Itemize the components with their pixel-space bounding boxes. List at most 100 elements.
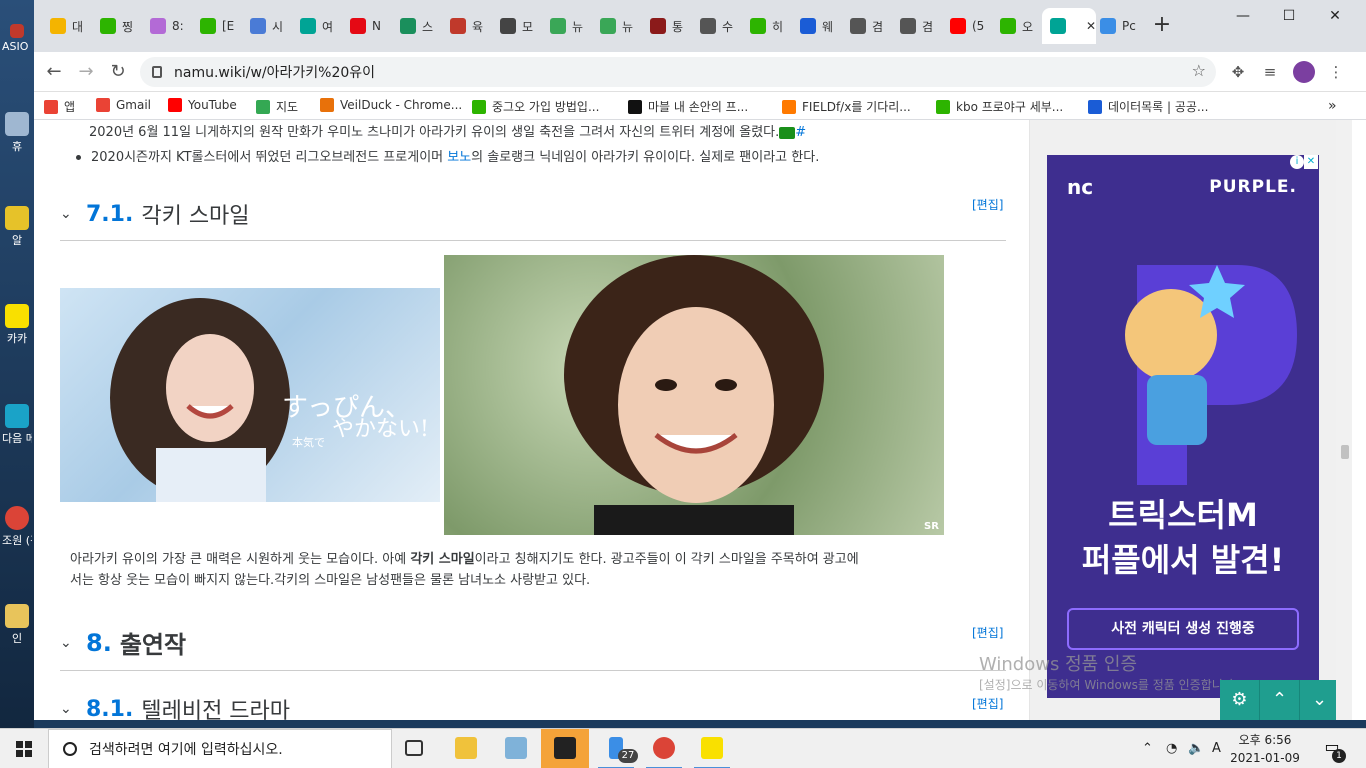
minimize-button[interactable]: — [1220,0,1266,32]
edit-link[interactable]: [편집] [972,624,1003,641]
forward-button[interactable]: → [72,58,100,86]
browser-tab[interactable]: 통 [642,8,692,44]
bullet-text: 2020시즌까지 KT롤스터에서 뛰었던 리그오브레전드 프로게이머 [91,150,448,165]
gmail-icon [96,98,110,112]
browser-tab[interactable]: N [342,8,392,44]
browser-tab[interactable]: 시 [242,8,292,44]
profile-avatar[interactable] [1293,61,1315,83]
new-tab-button[interactable]: + [1148,12,1176,40]
taskbar-chrome[interactable] [640,729,688,768]
page-scrollbar[interactable] [1336,120,1352,720]
browser-tab[interactable]: 뉴 [542,8,592,44]
desktop-icon-daum[interactable]: 다음 메 [2,404,32,446]
start-button[interactable] [0,729,48,768]
chevron-down-icon[interactable]: ⌄ [60,701,74,717]
taskbar-app-pen[interactable] [492,729,540,768]
desktop-background: ASIO Instru 휴 알 카카 다음 메 조원 (경영 인 [0,0,34,728]
browser-tab[interactable]: 육 [442,8,492,44]
bookmark-maps[interactable]: 지도 [256,98,298,115]
settings-gear-icon[interactable]: ⚙ [1220,680,1260,720]
menu-icon[interactable]: ⋮ [1322,58,1350,86]
browser-tab[interactable]: 오 [992,8,1042,44]
section-heading-8[interactable]: ⌄ 8. 출연작 [60,625,1006,671]
desktop-icon-folder[interactable]: 인 [2,604,32,646]
desktop-icon-recycle[interactable]: 휴 [2,112,32,154]
ad-close-icon[interactable]: ✕ [1304,155,1318,169]
bullet-text: 의 솔로랭크 닉네임이 아라가키 유이이다. 실제로 팬이라고 한다. [471,150,820,165]
browser-tab[interactable]: 히 [742,8,792,44]
chevron-down-icon[interactable]: ⌄ [60,635,74,651]
back-button[interactable]: ← [40,58,68,86]
language-indicator[interactable]: A [1212,729,1221,768]
browser-tab[interactable]: 모 [492,8,542,44]
browser-tab[interactable]: 찡 [92,8,142,44]
desktop-icon-asio[interactable]: ASIO Instru [2,24,32,53]
ad-info-icon[interactable]: i [1290,155,1304,169]
section-number[interactable]: 8. [86,629,112,657]
task-view-button[interactable] [392,729,440,768]
desktop-icon-alzip[interactable]: 알 [2,206,32,248]
browser-tab[interactable]: [Е [192,8,242,44]
taskbar-sticky-notes[interactable] [541,729,589,768]
bookmark-data[interactable]: 데이터목록 | 공공... [1088,98,1208,115]
chevron-down-icon[interactable]: ⌄ [60,206,74,222]
address-bar[interactable]: namu.wiki/w/아라가키%20유이 ☆ [140,57,1216,87]
volume-icon[interactable]: 🔈 [1188,729,1204,768]
browser-tab[interactable]: 8: [142,8,192,44]
browser-tab[interactable]: (5 [942,8,992,44]
edit-link[interactable]: [편집] [972,695,1003,712]
tray-chevron-icon[interactable]: ⌃ [1142,729,1153,768]
taskbar-clock[interactable]: 오후 6:56 2021-01-09 [1228,731,1302,767]
bookmark-youtube[interactable]: YouTube [168,98,237,112]
browser-tab[interactable]: 웨 [792,8,842,44]
browser-tab[interactable]: 대 [42,8,92,44]
ad-banner[interactable]: nc PURPLE. 트릭스터M 퍼플에서 발견! 사전 캐릭터 생성 진행중 [1047,155,1319,698]
taskbar-kakaotalk[interactable] [688,729,736,768]
browser-tab[interactable]: 수 [692,8,742,44]
bookmark-kbo[interactable]: kbo 프로야구 세부... [936,98,1063,115]
paragraph-twitter: 2020년 6월 11일 니게하지의 원작 만화가 우미노 츠나미가 아라가키 … [89,122,806,143]
section-heading-7-1[interactable]: ⌄ 7.1. 각키 스마일 [60,198,1006,241]
browser-tab[interactable]: 뉴 [592,8,642,44]
bookmark-fieldfx[interactable]: FIELDf/x를 기다리... [782,98,911,115]
extensions-icon[interactable]: ✥ [1224,58,1252,86]
scrollbar-thumb[interactable] [1341,445,1349,459]
browser-tab[interactable]: 여 [292,8,342,44]
browser-tab[interactable]: ✕ [1042,8,1096,44]
browser-tab[interactable]: 겸 [842,8,892,44]
browser-tab[interactable]: 겸 [892,8,942,44]
link-bono[interactable]: 보노 [447,150,471,165]
network-icon[interactable]: ◔ [1166,729,1177,768]
bookmark-apps[interactable]: 앱 [44,98,75,115]
section-number[interactable]: 8.1. [86,697,133,721]
close-window-button[interactable]: ✕ [1312,0,1358,32]
reload-button[interactable]: ↻ [104,58,132,86]
desktop-icon-kakao[interactable]: 카카 [2,304,32,346]
notebook-icon [505,737,527,759]
tab-favicon-icon [1000,18,1016,34]
maximize-button[interactable]: ☐ [1266,0,1312,32]
bookmarks-overflow-button[interactable]: » [1328,98,1337,114]
tab-title: [Е [222,19,235,33]
ad-cta-button[interactable]: 사전 캐릭터 생성 진행중 [1067,608,1299,650]
browser-tab[interactable]: Pc [1092,8,1142,44]
media-control-icon[interactable]: ≡ [1256,58,1284,86]
bookmark-marvel[interactable]: 마블 내 손안의 프... [628,98,748,115]
bookmark-veilduck[interactable]: VeilDuck - Chrome... [320,98,462,112]
desktop-icon-chrome[interactable]: 조원 (경영 [2,506,32,548]
bookmark-star-icon[interactable]: ☆ [1192,61,1206,80]
bookmark-gmail[interactable]: Gmail [96,98,151,112]
taskbar-file-explorer[interactable] [442,729,490,768]
scroll-up-button[interactable]: ⌃ [1260,680,1300,720]
bookmark-signup[interactable]: 중그오 가입 방법입... [472,98,599,115]
section-heading-8-1[interactable]: ⌄ 8.1. 텔레비전 드라마 [60,693,1006,721]
scroll-down-button[interactable]: ⌄ [1300,680,1340,720]
bookmark-label: 앱 [64,100,76,114]
taskbar-search-box[interactable]: 검색하려면 여기에 입력하십시오. [48,729,392,768]
external-link-icon[interactable] [779,126,796,139]
taskbar-phone-app[interactable]: 27 [592,729,640,768]
anchor-link[interactable]: # [795,125,806,140]
edit-link[interactable]: [편집] [972,196,1003,213]
browser-tab[interactable]: 스 [392,8,442,44]
section-number[interactable]: 7.1. [86,202,133,227]
